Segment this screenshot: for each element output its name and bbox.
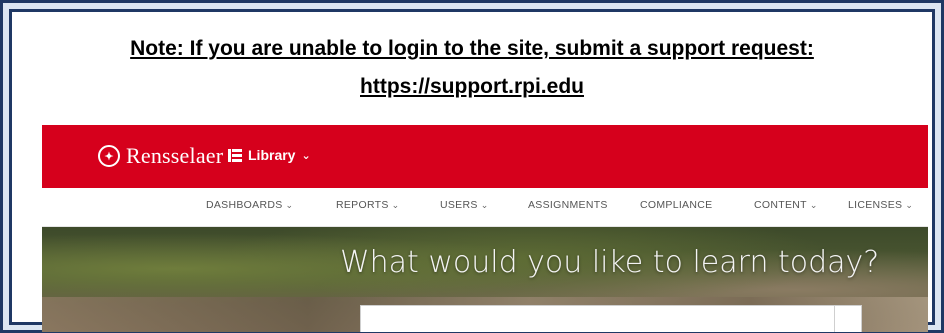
hero-banner: What would you like to learn today? bbox=[42, 227, 928, 332]
search-button[interactable] bbox=[834, 305, 862, 332]
nav-dashboards[interactable]: DASHBOARDS ⌄ bbox=[206, 199, 293, 211]
top-header-bar: ✦ Rensselaer Library ⌄ bbox=[42, 125, 928, 188]
embedded-screenshot: ✦ Rensselaer Library ⌄ DASHBOARDS ⌄ REPO… bbox=[42, 125, 928, 332]
seal-icon: ✦ bbox=[98, 145, 120, 167]
chevron-down-icon: ⌄ bbox=[905, 200, 914, 210]
nav-reports[interactable]: REPORTS ⌄ bbox=[336, 199, 400, 211]
nav-licenses-label: LICENSES bbox=[848, 199, 903, 211]
nav-content-label: CONTENT bbox=[754, 199, 807, 211]
callout-panel: Note: If you are unable to login to the … bbox=[9, 9, 935, 332]
support-note-text: Note: If you are unable to login to the … bbox=[130, 37, 814, 60]
nav-compliance-label: COMPLIANCE bbox=[640, 199, 713, 211]
chevron-down-icon: ⌄ bbox=[809, 200, 818, 210]
chevron-down-icon: ⌄ bbox=[391, 200, 400, 210]
nav-dashboards-label: DASHBOARDS bbox=[206, 199, 283, 211]
chevron-down-icon: ⌄ bbox=[285, 200, 294, 210]
library-icon bbox=[228, 148, 242, 162]
support-link[interactable]: https://support.rpi.edu bbox=[12, 68, 932, 106]
nav-content[interactable]: CONTENT ⌄ bbox=[754, 199, 818, 211]
nav-assignments-label: ASSIGNMENTS bbox=[528, 199, 608, 211]
brand-name: Rensselaer bbox=[126, 143, 224, 168]
nav-users-label: USERS bbox=[440, 199, 478, 211]
nav-users[interactable]: USERS ⌄ bbox=[440, 199, 489, 211]
nav-compliance[interactable]: COMPLIANCE bbox=[640, 199, 712, 211]
callout-frame: Note: If you are unable to login to the … bbox=[0, 0, 944, 333]
search-input[interactable] bbox=[360, 305, 840, 332]
support-note: Note: If you are unable to login to the … bbox=[12, 30, 932, 106]
nav-reports-label: REPORTS bbox=[336, 199, 389, 211]
brand-logo[interactable]: ✦ Rensselaer bbox=[98, 143, 223, 169]
chevron-down-icon: ⌄ bbox=[480, 200, 489, 210]
library-menu[interactable]: Library ⌄ bbox=[228, 147, 311, 163]
main-nav: DASHBOARDS ⌄ REPORTS ⌄ USERS ⌄ ASSIGNMENTS … bbox=[42, 188, 928, 227]
nav-assignments[interactable]: ASSIGNMENTS bbox=[528, 199, 608, 211]
chevron-down-icon: ⌄ bbox=[301, 149, 311, 162]
hero-title: What would you like to learn today? bbox=[340, 245, 880, 280]
nav-licenses[interactable]: LICENSES ⌄ bbox=[848, 199, 913, 211]
library-label: Library bbox=[248, 147, 296, 163]
